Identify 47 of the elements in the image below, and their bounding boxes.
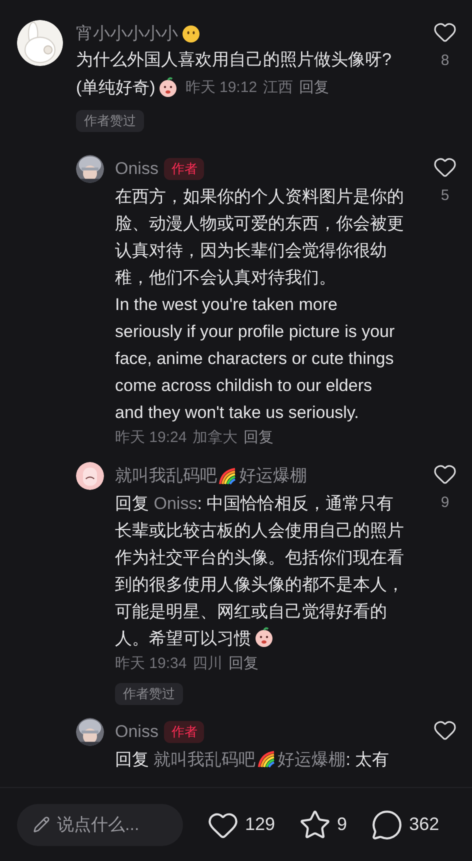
rainbow-icon [218,467,238,486]
like-button[interactable] [433,155,457,180]
heart-icon [433,462,457,486]
like-count: 9 [440,493,450,514]
author-badge: 作者 [164,721,204,744]
heart-icon [433,155,457,180]
comment-text: (单纯好奇) [76,76,156,98]
reply-link[interactable]: 回复 [244,426,274,450]
mention-link[interactable]: 就叫我乱码吧 [154,750,256,770]
comment-text: In the west you're taken more seriously if your profile picture is your face, anime characters or cute things come across childish to our elders and they won't take us seriously. [115,294,396,424]
comment-text: 回复 Oniss: 中国恰恰相反，通常只有长辈或比较古板的人会使用自己的照片作为社交平台的头像。包括你们现在看到的很多使用人像头像的都不是本人，可能是明星、网红或自己觉得好看的人。希望可以习惯 [115,493,405,650]
reply-link[interactable]: 回复 [228,652,259,676]
comment-input[interactable]: 说点什么... [17,804,183,846]
heart-icon [433,718,457,742]
location: 四川 [192,654,223,674]
comment-text: 在西方，如果你的个人资料图片是你的脸、动漫人物或可爱的东西，你会被更认真对待，因为长辈们会觉得你很幼稚，他们不会认真对待我们。 [115,186,405,290]
location: 江西 [263,78,294,98]
star-icon [299,808,332,840]
reply-link[interactable]: 回复 [299,74,330,102]
comment-text: 为什么外国人喜欢用自己的照片做头像呀? [76,49,392,71]
comment-button[interactable]: 362 [371,808,440,840]
like-button[interactable] [433,718,457,742]
like-count: 5 [440,186,450,206]
timestamp: 昨天 19:34 [115,654,187,674]
like-button[interactable] [433,462,457,486]
rainbow-icon [256,750,277,768]
author-liked-tag: 作者赞过 [76,110,144,132]
pencil-icon [33,816,50,832]
username[interactable]: 就叫我乱码吧 [115,463,217,489]
like-total-button[interactable]: 129 [207,808,276,840]
location: 加拿大 [192,428,238,448]
author-liked-tag: 作者赞过 [115,683,183,706]
heart-icon [433,20,457,44]
timestamp: 昨天 19:12 [185,78,258,98]
like-button[interactable] [433,20,457,44]
mention-link[interactable]: 好运爆棚 [278,750,346,770]
comment-icon [371,808,404,840]
author-badge: 作者 [164,158,204,180]
username[interactable]: 宵小小小小小 [76,21,178,47]
username[interactable]: Oniss [115,156,158,182]
comment-text: 回复 就叫我乱码吧 好运爆棚: 太有 [115,749,390,772]
mention-link[interactable]: Oniss [154,494,198,514]
username[interactable]: Oniss [115,719,158,745]
username[interactable]: 好运爆棚 [239,463,307,489]
like-count: 8 [440,51,450,71]
timestamp: 昨天 19:24 [115,428,187,448]
favorite-button[interactable]: 9 [299,808,348,840]
